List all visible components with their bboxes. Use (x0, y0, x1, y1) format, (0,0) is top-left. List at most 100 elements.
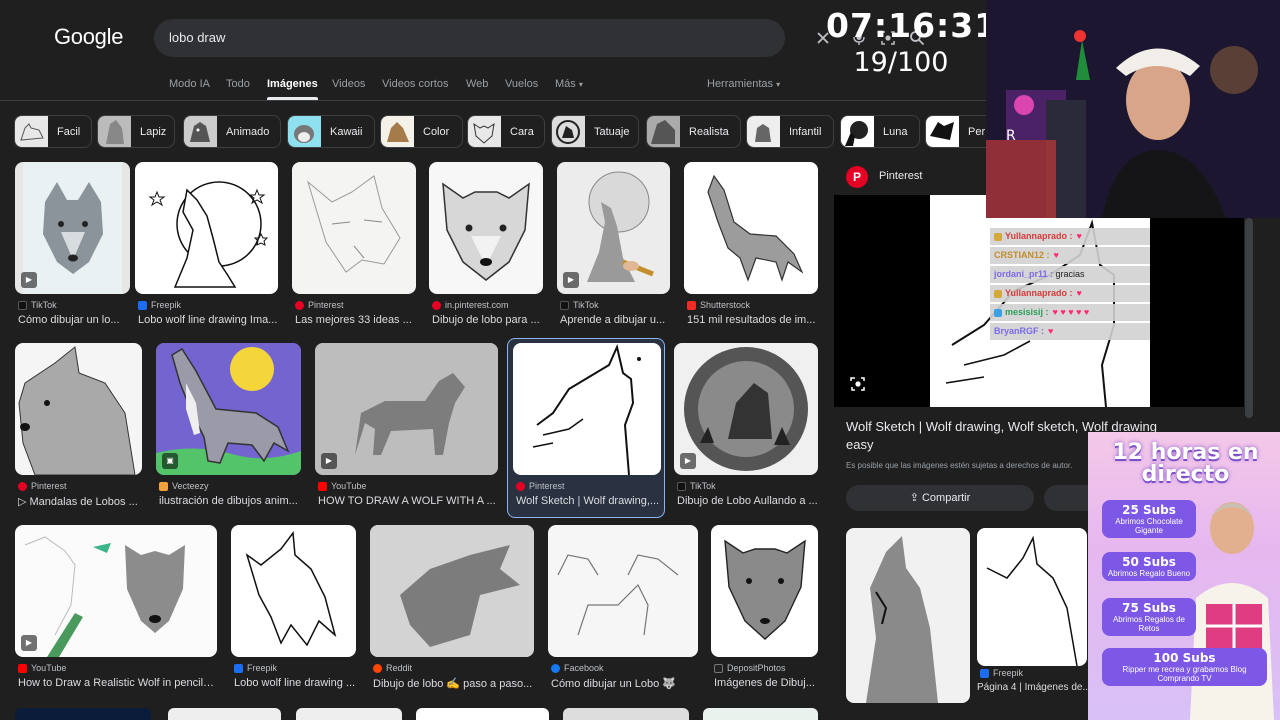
result-image[interactable] (684, 162, 818, 294)
result-source: Reddit (373, 663, 412, 673)
chip-facil[interactable]: Facil (14, 115, 92, 148)
result-image[interactable] (370, 525, 534, 657)
image-result[interactable]: ▶ YouTube HOW TO DRAW A WOLF WITH A ... (315, 343, 498, 513)
result-source: Vecteezy (159, 481, 209, 491)
google-logo[interactable]: Google (54, 24, 123, 50)
search-bar[interactable]: lobo draw (154, 19, 925, 57)
result-image[interactable]: ▶ (674, 343, 818, 475)
image-result[interactable]: Facebook Cómo dibujar un Lobo 🐺 (548, 525, 698, 695)
chip-cara[interactable]: Cara (467, 115, 545, 148)
result-title[interactable]: How to Draw a Realistic Wolf in pencil -… (18, 677, 217, 689)
sub-goal: 100 Subs Ripper me recrea y grabamos Blog… (1102, 648, 1267, 686)
result-title[interactable]: Imágenes de Dibuj... (714, 677, 818, 689)
tab-imagenes[interactable]: Imágenes (267, 78, 318, 100)
result-image[interactable]: ▶ (557, 162, 670, 294)
chat-message: CRSTIAN12 : ♥ (990, 247, 1150, 264)
related-title[interactable]: Página 4 | Imágenes de... (977, 682, 1091, 693)
source-label: Shutterstock (700, 300, 751, 310)
result-image[interactable]: ▶ (315, 343, 498, 475)
image-result-selected[interactable]: Pinterest Wolf Sketch | Wolf drawing,... (513, 343, 661, 513)
result-title[interactable]: 151 mil resultados de im... (687, 314, 818, 326)
badge-icon (994, 232, 1002, 241)
result-image[interactable] (429, 162, 543, 294)
result-title[interactable]: Lobo wolf line drawing ... (234, 677, 356, 689)
result-title[interactable]: ilustración de dibujos anim... (159, 495, 301, 507)
chip-per[interactable]: Per (925, 115, 986, 148)
result-title[interactable]: ▷ Mandalas de Lobos ... (18, 495, 142, 508)
result-title[interactable]: Cómo dibujar un lo... (18, 314, 130, 326)
image-result-partial[interactable] (563, 708, 689, 720)
panel-scrollbar[interactable] (1245, 218, 1253, 418)
tools-button[interactable]: Herramientas ▾ (707, 78, 780, 90)
panel-source[interactable]: Pinterest (879, 170, 922, 182)
tab-todo[interactable]: Todo (226, 78, 250, 90)
image-result[interactable]: Pinterest ▷ Mandalas de Lobos ... (15, 343, 142, 513)
image-result[interactable]: DepositPhotos Imágenes de Dibuj... (711, 525, 818, 695)
share-button[interactable]: ⇪ Compartir (846, 485, 1034, 511)
tab-modo-ia[interactable]: Modo IA (169, 78, 210, 90)
chip-luna[interactable]: Luna (840, 115, 920, 148)
goal-amount: 50 Subs (1122, 555, 1176, 569)
chip-thumbnail (468, 116, 501, 147)
image-result[interactable]: Shutterstock 151 mil resultados de im... (684, 162, 818, 332)
result-title[interactable]: Wolf Sketch | Wolf drawing,... (516, 495, 661, 507)
tab-videos-cortos[interactable]: Videos cortos (382, 78, 448, 90)
result-title[interactable]: HOW TO DRAW A WOLF WITH A ... (318, 495, 498, 507)
chip-animado[interactable]: Animado (183, 115, 281, 148)
image-result[interactable]: Freepik Lobo wolf line drawing ... (231, 525, 356, 695)
image-result[interactable]: Freepik Lobo wolf line drawing Ima... (135, 162, 278, 332)
result-image[interactable] (711, 525, 818, 657)
image-result[interactable]: Reddit Dibujo de lobo ✍️ paso a paso... (370, 525, 534, 695)
result-image[interactable] (548, 525, 698, 657)
result-image[interactable]: ▶ (15, 525, 217, 657)
image-result[interactable]: ▣ Vecteezy ilustración de dibujos anim..… (156, 343, 301, 513)
chip-lapiz[interactable]: Lapiz (97, 115, 175, 148)
tab-web[interactable]: Web (466, 78, 488, 90)
chip-label: Per (968, 126, 986, 138)
search-input[interactable]: lobo draw (169, 30, 225, 45)
lens-icon[interactable] (850, 376, 866, 392)
image-result[interactable]: ▶ TikTok Cómo dibujar un lo... (15, 162, 130, 332)
source-label: Pinterest (529, 481, 565, 491)
image-result[interactable]: in.pinterest.com Dibujo de lobo para ... (429, 162, 543, 332)
image-result[interactable]: ▶ TikTok Aprende a dibujar u... (557, 162, 670, 332)
result-image[interactable] (135, 162, 278, 294)
tab-videos[interactable]: Videos (332, 78, 365, 90)
image-result-partial[interactable] (416, 708, 549, 720)
chip-tatuaje[interactable]: Tatuaje (551, 115, 639, 148)
result-image[interactable]: ▣ (156, 343, 301, 475)
chip-kawaii[interactable]: Kawaii (287, 115, 375, 148)
image-result-partial[interactable] (15, 708, 151, 720)
tab-vuelos[interactable]: Vuelos (505, 78, 538, 90)
chip-color[interactable]: Color (380, 115, 463, 148)
result-title[interactable]: Las mejores 33 ideas ... (295, 314, 416, 326)
related-image[interactable] (977, 528, 1087, 666)
badge-icon (994, 308, 1002, 317)
result-title[interactable]: Lobo wolf line drawing Ima... (138, 314, 278, 326)
result-image[interactable] (15, 343, 142, 475)
image-result[interactable]: Pinterest Las mejores 33 ideas ... (292, 162, 416, 332)
image-result-partial[interactable] (296, 708, 402, 720)
chip-thumbnail (15, 116, 48, 147)
image-result-partial[interactable] (168, 708, 281, 720)
chip-label: Color (423, 126, 450, 138)
result-image[interactable] (231, 525, 356, 657)
result-title[interactable]: Dibujo de lobo para ... (432, 314, 543, 326)
result-title[interactable]: Aprende a dibujar u... (560, 314, 670, 326)
tab-mas[interactable]: Más ▾ (555, 78, 583, 90)
result-title[interactable]: Cómo dibujar un Lobo 🐺 (551, 677, 698, 690)
source-label: TikTok (690, 481, 716, 491)
result-image[interactable]: ▶ (15, 162, 130, 294)
result-image[interactable] (292, 162, 416, 294)
related-image[interactable] (846, 528, 970, 703)
result-title[interactable]: Dibujo de lobo ✍️ paso a paso... (373, 677, 534, 690)
result-image[interactable] (513, 343, 661, 475)
chip-infantil[interactable]: Infantil (746, 115, 834, 148)
goal-reward: Abrimos Chocolate Gigante (1115, 517, 1183, 535)
image-result[interactable]: ▶ TikTok Dibujo de Lobo Aullando a ... (674, 343, 818, 513)
image-result-partial[interactable] (703, 708, 818, 720)
result-title[interactable]: Dibujo de Lobo Aullando a ... (677, 495, 818, 507)
chip-realista[interactable]: Realista (646, 115, 741, 148)
image-result[interactable]: ▶ YouTube How to Draw a Realistic Wolf i… (15, 525, 217, 695)
pinterest-icon[interactable]: P (846, 166, 868, 188)
